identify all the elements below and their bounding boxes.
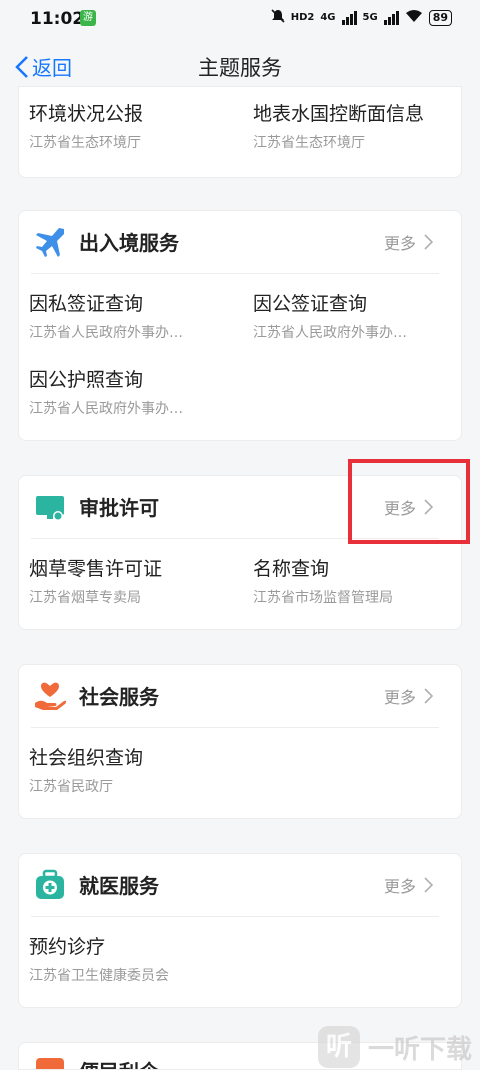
status-icons: HD2 4G 5G 89 <box>271 9 452 26</box>
service-item-name: 地表水国控断面信息 <box>253 103 425 125</box>
section-card-exit-entry: 出入境服务 更多 因私签证查询 江苏省人民政府外事办… 因公签证查询 江苏省人民… <box>18 210 462 441</box>
service-item-dept: 江苏省人民政府外事办… <box>29 325 183 341</box>
section-title: 出入境服务 <box>79 231 179 255</box>
service-item[interactable]: 因公签证查询 江苏省人民政府外事办… <box>253 289 463 342</box>
signal-5g-icon <box>383 10 399 25</box>
service-item[interactable]: 烟草零售许可证 江苏省烟草专卖局 <box>29 554 239 607</box>
service-item-dept: 江苏省民政厅 <box>29 779 113 795</box>
chevron-right-icon <box>424 688 433 704</box>
status-bar: 11:02 游 HD2 4G 5G 89 <box>0 0 480 36</box>
top-partial-card: 环境状况公报 江苏省生态环境厅 地表水国控断面信息 江苏省生态环境厅 <box>18 86 462 178</box>
divider <box>31 273 439 274</box>
signal-4g-icon <box>341 10 357 25</box>
service-item-dept: 江苏省人民政府外事办… <box>29 401 183 417</box>
service-item-name: 预约诊疗 <box>29 936 106 958</box>
wifi-icon <box>405 9 423 26</box>
airplane-icon <box>33 225 67 259</box>
service-item[interactable]: 环境状况公报 江苏省生态环境厅 <box>29 99 239 152</box>
mute-icon <box>271 9 285 26</box>
service-item-dept: 江苏省烟草专卖局 <box>29 590 141 606</box>
service-item[interactable]: 地表水国控断面信息 江苏省生态环境厅 <box>253 99 463 152</box>
chevron-right-icon <box>424 877 433 893</box>
watermark-text: 一听下载 <box>367 1034 472 1065</box>
section-header: 就医服务 更多 <box>19 854 461 914</box>
app-notification-icon: 游 <box>80 10 96 26</box>
service-item-name: 社会组织查询 <box>29 747 144 769</box>
service-item-name: 因公护照查询 <box>29 369 144 391</box>
more-button[interactable]: 更多 <box>384 684 433 708</box>
service-item-dept: 江苏省人民政府外事办… <box>253 325 407 341</box>
approval-monitor-icon <box>33 490 67 524</box>
section-title: 社会服务 <box>79 685 159 709</box>
medical-kit-icon <box>33 868 67 902</box>
battery-icon: 89 <box>428 9 452 26</box>
section-title: 便民利企 <box>79 1056 159 1069</box>
more-button[interactable]: 更多 <box>384 873 433 897</box>
more-button[interactable]: 更多 <box>384 230 433 254</box>
service-item-dept: 江苏省生态环境厅 <box>29 135 141 151</box>
section-title: 就医服务 <box>79 874 159 898</box>
service-item-name: 烟草零售许可证 <box>29 558 163 580</box>
convenience-icon <box>33 1055 67 1069</box>
highlight-box <box>348 459 470 544</box>
service-item-dept: 江苏省生态环境厅 <box>253 135 365 151</box>
more-label: 更多 <box>383 877 416 896</box>
divider <box>31 727 439 728</box>
more-label: 更多 <box>383 234 416 253</box>
service-item-name: 因公签证查询 <box>253 293 368 315</box>
section-title: 审批许可 <box>79 496 159 520</box>
service-item[interactable]: 因私签证查询 江苏省人民政府外事办… <box>29 289 239 342</box>
status-time: 11:02 <box>30 9 85 29</box>
signal-5g-label: 5G <box>362 12 378 23</box>
chevron-right-icon <box>424 234 433 250</box>
section-header: 出入境服务 更多 <box>19 211 461 271</box>
service-item-name: 环境状况公报 <box>29 103 144 125</box>
section-card-social: 社会服务 更多 社会组织查询 江苏省民政厅 <box>18 664 462 819</box>
section-header: 社会服务 更多 <box>19 665 461 725</box>
more-label: 更多 <box>383 688 416 707</box>
section-card-medical: 就医服务 更多 预约诊疗 江苏省卫生健康委员会 <box>18 853 462 1008</box>
page-title: 主题服务 <box>198 56 282 80</box>
service-item[interactable]: 名称查询 江苏省市场监督管理局 <box>253 554 463 607</box>
watermark-logo: 听 <box>317 1026 360 1068</box>
service-item-dept: 江苏省卫生健康委员会 <box>29 968 169 984</box>
service-item[interactable]: 社会组织查询 江苏省民政厅 <box>29 743 239 796</box>
service-item-dept: 江苏省市场监督管理局 <box>253 590 393 606</box>
service-item-name: 因私签证查询 <box>29 293 144 315</box>
watermark: 听 一听下载 <box>317 1026 472 1068</box>
hd-icon: HD2 <box>290 12 315 23</box>
signal-4g-label: 4G <box>320 12 336 23</box>
service-item[interactable]: 因公护照查询 江苏省人民政府外事办… <box>29 365 239 418</box>
hand-heart-icon <box>33 679 67 713</box>
service-item-name: 名称查询 <box>253 558 330 580</box>
service-item[interactable]: 预约诊疗 江苏省卫生健康委员会 <box>29 932 239 985</box>
divider <box>31 916 439 917</box>
